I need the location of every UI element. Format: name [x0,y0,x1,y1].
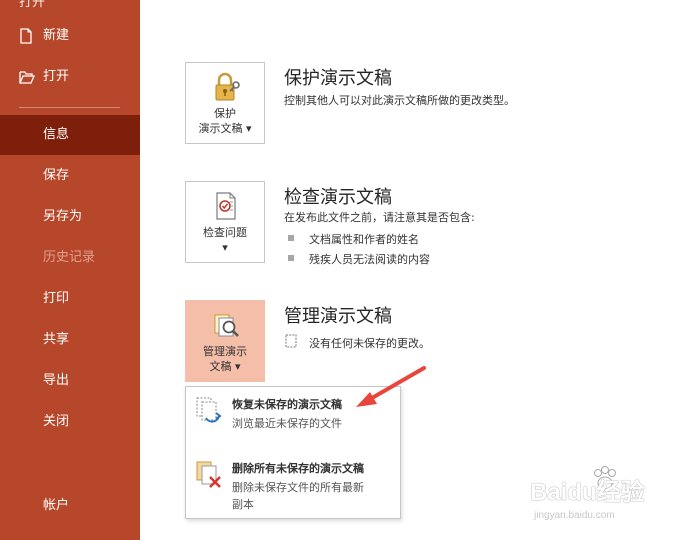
sidebar-item-share[interactable]: 共享 [0,320,140,360]
sidebar-item-history: 历史记录 [0,238,140,278]
sidebar-item-export[interactable]: 导出 [0,361,140,401]
check-for-issues-button[interactable]: 检查问题 ▾ [185,181,265,263]
menu-item-title: 恢复未保存的演示文稿 [232,398,342,411]
sidebar-item-label: 新建 [43,28,70,43]
tile-label-dropdown: 演示文稿 ▾ [198,122,252,135]
watermark-brand: Baidu经验 [530,479,645,506]
recover-document-icon [196,397,222,423]
inspect-desc: 在发布此文件之前，请注意其是否包含: [284,211,475,224]
open-folder-icon [19,71,35,84]
sidebar-item-info[interactable]: 信息 [0,115,140,155]
backstage-sidebar: 打开 新建 打开 信息 保存 另存为 历史记录 打印 共享 导出 关闭 帐户 [0,0,140,540]
sidebar-item-label: 帐户 [43,498,70,513]
sidebar-item-label: 共享 [43,332,70,347]
sidebar-item-new[interactable]: 新建 [0,16,140,56]
sidebar-item-label: 关闭 [43,414,70,429]
sidebar-item-label: 打印 [43,291,70,306]
tile-label: 管理演示 [203,345,247,358]
sidebar-item-label: 历史记录 [43,250,96,265]
sidebar-item-label: 信息 [43,127,70,142]
sidebar-item-close[interactable]: 关闭 [0,402,140,442]
tile-label-dropdown: 文稿 ▾ [209,360,241,373]
sidebar-divider [19,107,120,108]
protect-title: 保护演示文稿 [284,68,392,89]
protect-desc: 控制其他人可以对此演示文稿所做的更改类型。 [284,94,515,107]
sidebar-item-cut-top: 打开 [19,0,46,10]
sidebar-item-open[interactable]: 打开 [0,57,140,97]
menu-item-desc: 副本 [232,498,254,511]
recover-unsaved-presentations-item[interactable]: 恢复未保存的演示文稿 浏览最近未保存的文件 [186,387,400,445]
lock-key-icon [215,72,240,101]
new-doc-icon [20,28,32,44]
watermark-url: jingyan.baidu.com [534,510,615,521]
sidebar-item-print[interactable]: 打印 [0,279,140,319]
manage-document-icon [214,314,239,337]
manage-presentation-menu: 恢复未保存的演示文稿 浏览最近未保存的文件 删除所有未保存的演示文稿 删除未保存… [185,386,401,519]
tile-label-dropdown: ▾ [222,241,228,254]
inspect-bullet: 残疾人员无法阅读的内容 [288,251,430,267]
delete-documents-icon [196,461,221,488]
inspect-title: 检查演示文稿 [284,187,392,208]
tile-label: 保护 [214,107,236,120]
sidebar-item-save-as[interactable]: 另存为 [0,197,140,237]
sidebar-item-account[interactable]: 帐户 [0,486,140,526]
baidu-watermark: Baidu经验 jingyan.baidu.com [528,466,688,536]
menu-item-title: 删除所有未保存的演示文稿 [232,462,364,475]
sidebar-item-save[interactable]: 保存 [0,156,140,196]
inspect-bullet: 文档属性和作者的姓名 [288,231,419,247]
manage-presentation-button[interactable]: 管理演示 文稿 ▾ [185,300,265,382]
sidebar-item-label: 另存为 [43,209,83,224]
inspect-document-icon [216,192,236,220]
sidebar-item-label: 打开 [43,69,70,84]
unsaved-doc-icon [285,334,297,348]
sidebar-item-label: 导出 [43,373,70,388]
tile-label: 检查问题 [203,226,247,239]
manage-desc: 没有任何未保存的更改。 [309,337,430,350]
menu-item-desc: 删除未保存文件的所有最新 [232,481,364,494]
manage-title: 管理演示文稿 [284,306,392,327]
delete-unsaved-presentations-item[interactable]: 删除所有未保存的演示文稿 删除未保存文件的所有最新 副本 [186,451,400,517]
protect-presentation-button[interactable]: 保护 演示文稿 ▾ [185,62,265,144]
sidebar-item-label: 保存 [43,168,70,183]
menu-item-desc: 浏览最近未保存的文件 [232,417,342,430]
